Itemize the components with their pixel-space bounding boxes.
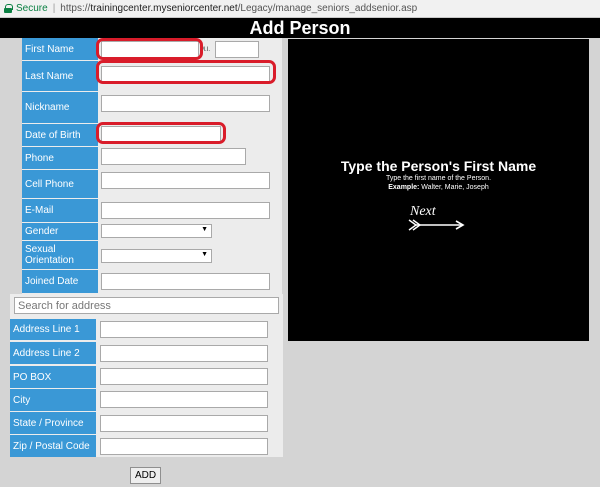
state-input[interactable] (100, 415, 268, 432)
sexual-orientation-select[interactable]: ▼ (101, 249, 212, 263)
tutorial-example: Example: Walter, Marie, Joseph (288, 184, 589, 191)
first-name-label: First Name (22, 38, 98, 60)
dob-input[interactable] (101, 126, 221, 143)
lock-icon (4, 4, 13, 13)
po-box-input[interactable] (100, 368, 268, 385)
city-label: City (10, 389, 96, 411)
nickname-label: Nickname (22, 92, 98, 123)
next-arrow-icon[interactable] (408, 219, 466, 231)
tutorial-title: Type the Person's First Name (340, 158, 537, 174)
dob-label: Date of Birth (22, 124, 98, 146)
address-line1-label: Address Line 1 (10, 319, 96, 340)
joined-date-input[interactable] (101, 273, 270, 290)
address-line2-label: Address Line 2 (10, 342, 96, 364)
address-line2-input[interactable] (100, 345, 268, 362)
city-input[interactable] (100, 391, 268, 408)
middle-initial-input[interactable] (215, 41, 259, 58)
address-form: Address Line 1 Address Line 2 PO BOX Cit… (10, 294, 283, 457)
zip-label: Zip / Postal Code (10, 435, 96, 457)
page-title: Add Person (0, 18, 600, 38)
url-host: trainingcenter.myseniorcenter.net (90, 3, 238, 14)
zip-input[interactable] (100, 438, 268, 455)
cell-phone-input[interactable] (101, 172, 270, 189)
gender-label: Gender (22, 223, 98, 240)
dropdown-arrow-icon: ▼ (201, 226, 208, 233)
email-label: E-Mail (22, 199, 98, 222)
last-name-input[interactable] (101, 66, 270, 83)
last-name-label: Last Name (22, 61, 98, 91)
phone-label: Phone (22, 147, 98, 169)
secure-label: Secure (16, 3, 48, 14)
url-text[interactable]: https://trainingcenter.myseniorcenter.ne… (60, 3, 417, 14)
address-line1-input[interactable] (100, 321, 268, 338)
url-path: /Legacy/manage_seniors_addsenior.asp (237, 3, 418, 14)
phone-input[interactable] (101, 148, 246, 165)
sexual-orientation-label: Sexual Orientation (22, 241, 98, 269)
dropdown-arrow-icon: ▼ (201, 251, 208, 258)
tutorial-subtitle: Type the first name of the Person. (385, 175, 492, 182)
add-button[interactable]: ADD (130, 467, 161, 484)
tutorial-panel: Type the Person's First Name Type the fi… (288, 39, 589, 341)
cell-phone-label: Cell Phone (22, 170, 98, 198)
middle-initial-label: M.I. (200, 47, 210, 53)
browser-address-bar[interactable]: Secure | https://trainingcenter.mysenior… (0, 0, 600, 18)
po-box-label: PO BOX (10, 366, 96, 388)
url-separator: | (52, 3, 56, 14)
next-label[interactable]: Next (410, 204, 436, 220)
nickname-input[interactable] (101, 95, 270, 112)
url-scheme: https:// (60, 3, 91, 14)
example-text: Walter, Marie, Joseph (419, 184, 489, 191)
address-search-input[interactable] (14, 297, 279, 314)
state-label: State / Province (10, 412, 96, 434)
email-input[interactable] (101, 202, 270, 219)
gender-select[interactable]: ▼ (101, 224, 212, 238)
joined-date-label: Joined Date (22, 270, 98, 293)
first-name-input[interactable] (101, 41, 199, 58)
person-details-form: First Name M.I. Last Name Nickname Date … (22, 38, 282, 295)
example-label: Example: (388, 184, 420, 191)
